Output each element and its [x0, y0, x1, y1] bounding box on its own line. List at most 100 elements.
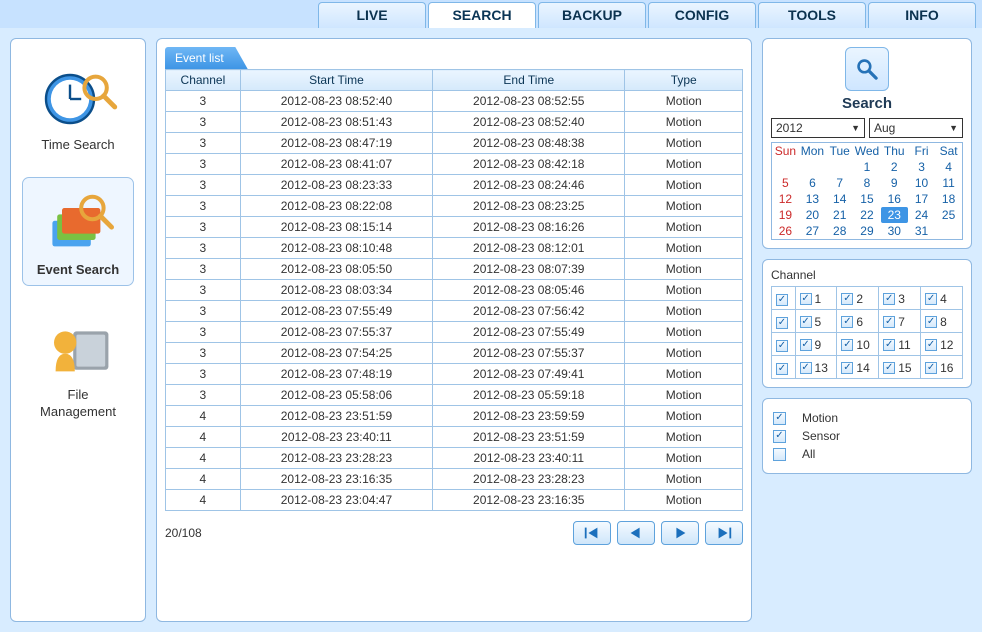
cal-day[interactable]: 21: [826, 207, 853, 223]
table-row[interactable]: 32012-08-23 08:47:192012-08-23 08:48:38M…: [166, 133, 743, 154]
table-row[interactable]: 42012-08-23 23:40:112012-08-23 23:51:59M…: [166, 427, 743, 448]
cal-day[interactable]: 6: [799, 175, 826, 191]
cal-day[interactable]: 4: [935, 159, 962, 175]
channel-check-9[interactable]: ✓9: [800, 338, 822, 352]
filter-sensor-checkbox[interactable]: ✓: [773, 430, 786, 443]
cal-day[interactable]: 27: [799, 223, 826, 240]
cal-day[interactable]: 29: [853, 223, 880, 240]
cal-day[interactable]: 13: [799, 191, 826, 207]
cell-ch: 4: [166, 406, 241, 427]
cal-day[interactable]: 11: [935, 175, 962, 191]
cell-type: Motion: [625, 385, 743, 406]
cal-day[interactable]: 22: [853, 207, 880, 223]
channel-check-7[interactable]: ✓7: [883, 315, 905, 329]
channel-check-5[interactable]: ✓5: [800, 315, 822, 329]
cal-day[interactable]: 3: [908, 159, 935, 175]
table-row[interactable]: 32012-08-23 08:05:502012-08-23 08:07:39M…: [166, 259, 743, 280]
channel-check-3[interactable]: ✓3: [883, 292, 905, 306]
filter-all-checkbox[interactable]: [773, 448, 786, 461]
channel-check-6[interactable]: ✓6: [841, 315, 863, 329]
cal-dow: Sun: [772, 143, 799, 160]
table-row[interactable]: 42012-08-23 23:51:592012-08-23 23:59:59M…: [166, 406, 743, 427]
channel-row-master[interactable]: ✓: [776, 317, 788, 329]
channel-row-master[interactable]: ✓: [776, 363, 788, 375]
table-row[interactable]: 32012-08-23 08:23:332012-08-23 08:24:46M…: [166, 175, 743, 196]
pager-row: 20/108: [165, 511, 743, 545]
cal-day[interactable]: 17: [908, 191, 935, 207]
channel-row-master[interactable]: ✓: [776, 294, 788, 306]
cal-day[interactable]: 30: [881, 223, 908, 240]
cal-day[interactable]: 1: [853, 159, 880, 175]
table-row[interactable]: 32012-08-23 08:41:072012-08-23 08:42:18M…: [166, 154, 743, 175]
cal-day[interactable]: 5: [772, 175, 799, 191]
cal-day[interactable]: 20: [799, 207, 826, 223]
cal-day[interactable]: 24: [908, 207, 935, 223]
channel-check-4[interactable]: ✓4: [925, 292, 947, 306]
cal-day[interactable]: 8: [853, 175, 880, 191]
table-row[interactable]: 42012-08-23 23:04:472012-08-23 23:16:35M…: [166, 490, 743, 511]
year-select[interactable]: 2012 ▼: [771, 118, 865, 138]
table-row[interactable]: 32012-08-23 08:51:432012-08-23 08:52:40M…: [166, 112, 743, 133]
channel-check-14[interactable]: ✓14: [841, 361, 869, 375]
table-row[interactable]: 32012-08-23 07:55:492012-08-23 07:56:42M…: [166, 301, 743, 322]
cal-day: [826, 159, 853, 175]
cal-day[interactable]: 2: [881, 159, 908, 175]
table-row[interactable]: 42012-08-23 23:28:232012-08-23 23:40:11M…: [166, 448, 743, 469]
cal-day[interactable]: 23: [881, 207, 908, 223]
cal-day[interactable]: 9: [881, 175, 908, 191]
tab-backup[interactable]: BACKUP: [538, 2, 646, 28]
first-page-button[interactable]: [573, 521, 611, 545]
clock-icon: [38, 59, 118, 131]
cal-day[interactable]: 25: [935, 207, 962, 223]
cal-day[interactable]: 28: [826, 223, 853, 240]
tab-search[interactable]: SEARCH: [428, 2, 536, 28]
filter-motion-label: Motion: [802, 411, 838, 425]
prev-page-button[interactable]: [617, 521, 655, 545]
channel-row-master[interactable]: ✓: [776, 340, 788, 352]
cell-ch: 3: [166, 154, 241, 175]
search-button[interactable]: [845, 47, 889, 91]
table-row[interactable]: 42012-08-23 23:16:352012-08-23 23:28:23M…: [166, 469, 743, 490]
sidebar-item-time-search[interactable]: Time Search: [23, 53, 133, 160]
channel-check-13[interactable]: ✓13: [800, 361, 828, 375]
tab-info[interactable]: INFO: [868, 2, 976, 28]
cal-day[interactable]: 19: [772, 207, 799, 223]
table-row[interactable]: 32012-08-23 07:48:192012-08-23 07:49:41M…: [166, 364, 743, 385]
table-row[interactable]: 32012-08-23 08:10:482012-08-23 08:12:01M…: [166, 238, 743, 259]
channel-check-11[interactable]: ✓11: [883, 338, 910, 352]
channel-check-1[interactable]: ✓1: [800, 292, 822, 306]
cal-day[interactable]: 10: [908, 175, 935, 191]
tab-tools[interactable]: TOOLS: [758, 2, 866, 28]
channel-check-15[interactable]: ✓15: [883, 361, 911, 375]
table-row[interactable]: 32012-08-23 08:03:342012-08-23 08:05:46M…: [166, 280, 743, 301]
table-row[interactable]: 32012-08-23 07:54:252012-08-23 07:55:37M…: [166, 343, 743, 364]
last-page-button[interactable]: [705, 521, 743, 545]
channel-check-10[interactable]: ✓10: [841, 338, 869, 352]
tab-live[interactable]: LIVE: [318, 2, 426, 28]
table-row[interactable]: 32012-08-23 08:22:082012-08-23 08:23:25M…: [166, 196, 743, 217]
table-row[interactable]: 32012-08-23 08:52:402012-08-23 08:52:55M…: [166, 91, 743, 112]
channel-check-12[interactable]: ✓12: [925, 338, 953, 352]
channel-check-16[interactable]: ✓16: [925, 361, 953, 375]
cal-day[interactable]: 16: [881, 191, 908, 207]
cal-day[interactable]: 14: [826, 191, 853, 207]
cal-day[interactable]: 15: [853, 191, 880, 207]
sidebar-item-file-management[interactable]: File Management: [23, 303, 133, 427]
channel-check-2[interactable]: ✓2: [841, 292, 863, 306]
cal-day[interactable]: 18: [935, 191, 962, 207]
table-row[interactable]: 32012-08-23 08:15:142012-08-23 08:16:26M…: [166, 217, 743, 238]
channel-check-8[interactable]: ✓8: [925, 315, 947, 329]
cal-day[interactable]: 26: [772, 223, 799, 240]
cal-day[interactable]: 7: [826, 175, 853, 191]
table-row[interactable]: 32012-08-23 05:58:062012-08-23 05:59:18M…: [166, 385, 743, 406]
table-row[interactable]: 32012-08-23 07:55:372012-08-23 07:55:49M…: [166, 322, 743, 343]
cal-day[interactable]: 31: [908, 223, 935, 240]
next-page-button[interactable]: [661, 521, 699, 545]
month-select[interactable]: Aug ▼: [869, 118, 963, 138]
tab-config[interactable]: CONFIG: [648, 2, 756, 28]
cell-end: 2012-08-23 07:56:42: [433, 301, 625, 322]
sidebar-item-event-search[interactable]: Event Search: [23, 178, 133, 285]
cal-day: [935, 223, 962, 240]
filter-motion-checkbox[interactable]: ✓: [773, 412, 786, 425]
cal-day[interactable]: 12: [772, 191, 799, 207]
